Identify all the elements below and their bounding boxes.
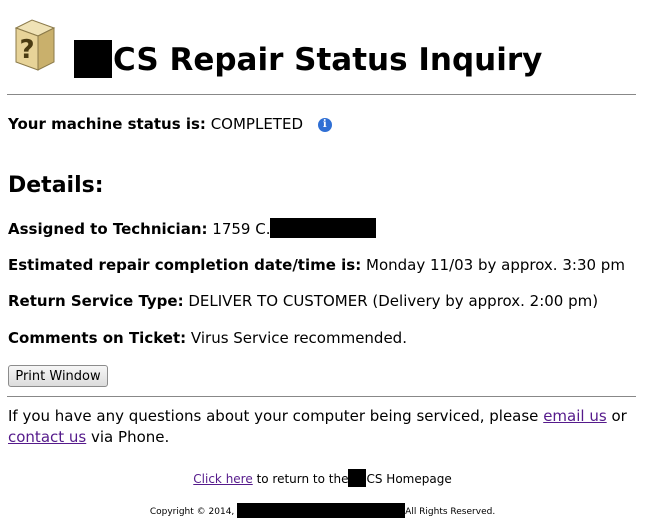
svg-text:?: ? bbox=[19, 35, 34, 65]
details-heading: Details: bbox=[8, 173, 104, 198]
help-box-icon: ? bbox=[14, 19, 56, 71]
contact-us-link[interactable]: contact us bbox=[8, 428, 86, 446]
return-service-row: Return Service Type: DELIVER TO CUSTOMER… bbox=[8, 292, 598, 310]
print-window-button[interactable]: Print Window bbox=[8, 365, 108, 387]
email-us-link[interactable]: email us bbox=[543, 407, 606, 425]
divider bbox=[7, 94, 636, 95]
comments-label: Comments on Ticket: bbox=[8, 329, 187, 347]
return-homepage-line: Click here to return to the CS Homepage bbox=[0, 469, 645, 487]
comments-value: Virus Service recommended. bbox=[190, 329, 407, 347]
return-service-value: DELIVER TO CUSTOMER (Delivery by approx.… bbox=[188, 292, 599, 310]
completion-label: Estimated repair completion date/time is… bbox=[8, 256, 362, 274]
completion-row: Estimated repair completion date/time is… bbox=[8, 256, 625, 274]
return-service-label: Return Service Type: bbox=[8, 292, 184, 310]
machine-status: Your machine status is: COMPLETED i bbox=[8, 115, 332, 133]
page-title: CS Repair Status Inquiry bbox=[74, 40, 542, 78]
info-icon[interactable]: i bbox=[317, 118, 332, 132]
redaction-block bbox=[348, 469, 367, 487]
redaction-block bbox=[237, 503, 406, 518]
redaction-block bbox=[74, 40, 112, 78]
status-label: Your machine status is: bbox=[8, 115, 206, 133]
status-value: COMPLETED bbox=[210, 115, 303, 133]
contact-paragraph: If you have any questions about your com… bbox=[8, 407, 627, 446]
redaction-block bbox=[270, 218, 377, 238]
page-header: ? CS Repair Status Inquiry bbox=[0, 0, 645, 95]
technician-row: Assigned to Technician: 1759 C. bbox=[8, 218, 377, 238]
technician-label: Assigned to Technician: bbox=[8, 220, 208, 238]
comments-row: Comments on Ticket: Virus Service recomm… bbox=[8, 329, 407, 347]
click-here-link[interactable]: Click here bbox=[193, 472, 252, 486]
copyright: Copyright © 2014, All Rights Reserved. bbox=[0, 503, 645, 518]
divider bbox=[7, 396, 636, 397]
technician-value: 1759 C. bbox=[212, 220, 271, 238]
completion-value: Monday 11/03 by approx. 3:30 pm bbox=[366, 256, 625, 274]
